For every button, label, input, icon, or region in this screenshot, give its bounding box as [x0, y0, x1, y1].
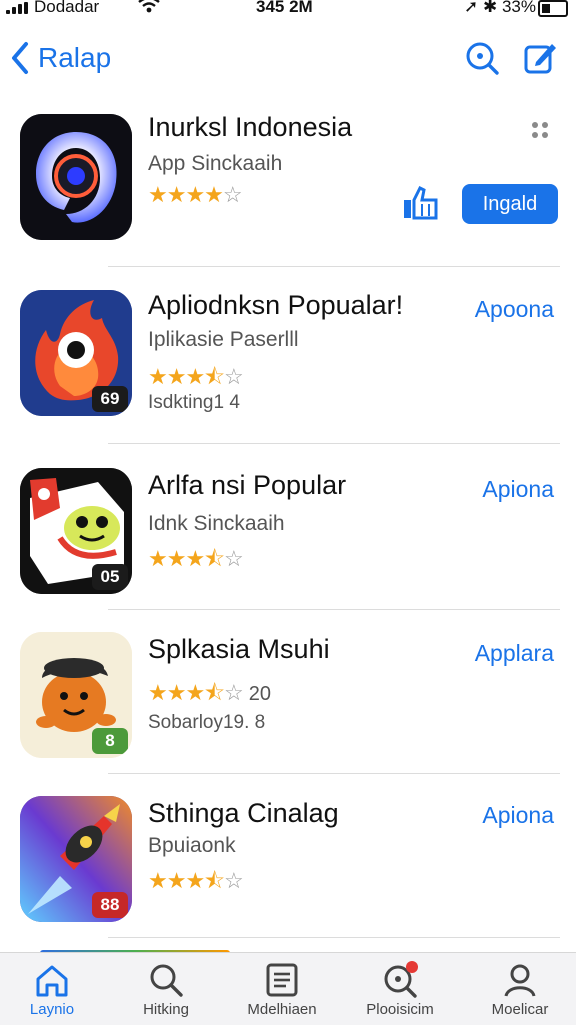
app-icon-chat[interactable]: 05	[20, 468, 132, 594]
star-rating: ★★★⯪☆ 20	[148, 680, 271, 705]
tab-search[interactable]: Hitking	[116, 961, 216, 1025]
tab-label: Mdelhiaen	[247, 1001, 317, 1018]
app-subtitle: Bpuiaonk	[148, 834, 236, 857]
list-item[interactable]: 8 Splkasia Msuhi Applara ★★★⯪☆ 20 Sobarlo…	[0, 632, 576, 802]
list-item[interactable]: Inurksl Indonesia App Sinckaaih ★★★★☆ In…	[0, 110, 576, 280]
app-badge: 05	[92, 564, 128, 590]
carrier-label: Dodadar	[34, 0, 100, 16]
search-icon[interactable]	[464, 40, 500, 76]
app-title: Splkasia Msuhi	[148, 634, 330, 664]
divider	[108, 266, 560, 267]
app-title: Sthinga Cinalag	[148, 798, 339, 828]
search-icon	[150, 964, 183, 997]
app-title: Inurksl Indonesia	[148, 112, 353, 142]
app-title: Apliodnksn Popualar!	[148, 290, 404, 320]
tab-updates[interactable]: Plooisicim	[350, 961, 450, 1025]
profile-icon	[504, 964, 536, 997]
tab-home[interactable]: Laynio	[2, 961, 102, 1025]
tab-label: Hitking	[143, 1001, 189, 1018]
install-button[interactable]: Ingald	[462, 184, 558, 224]
app-badge: 88	[92, 892, 128, 918]
app-title: Arlfa nsi Popular	[148, 470, 347, 500]
home-icon	[36, 965, 68, 997]
star-rating: ★★★⯪☆	[148, 868, 244, 893]
app-badge: 8	[92, 728, 128, 754]
app-subtitle: Iplikasie Paserlll	[148, 328, 299, 351]
tab-profile[interactable]: Moelicar	[470, 961, 570, 1025]
tab-label: Moelicar	[491, 1001, 549, 1018]
back-button[interactable]: Ralap	[8, 38, 111, 78]
tab-label: Plooisicim	[366, 1001, 434, 1018]
get-button[interactable]: Applara	[475, 640, 554, 667]
list-item[interactable]: 69 Apliodnksn Popualar! Apoona Iplikasie…	[0, 290, 576, 460]
status-bar: Dodadar 345 2M ➚ ✱ 33%	[0, 0, 576, 22]
clock: 345 2M	[256, 0, 313, 16]
chevron-left-icon	[12, 42, 28, 74]
star-rating: ★★★★☆	[148, 182, 243, 207]
battery-icon	[538, 0, 568, 17]
wifi-icon	[138, 0, 160, 13]
star-rating: ★★★⯪☆	[148, 546, 244, 571]
app-meta: Sobarloy19. 8	[148, 712, 266, 733]
tab-label: Laynio	[29, 1001, 75, 1018]
divider	[108, 773, 560, 774]
app-meta: Isdkting1 4	[148, 392, 240, 413]
app-subtitle: App Sinckaaih	[148, 152, 283, 175]
tab-list[interactable]: Mdelhiaen	[232, 961, 332, 1025]
app-badge: 69	[92, 386, 128, 412]
back-label: Ralap	[38, 42, 112, 73]
app-icon-flame[interactable]: 69	[20, 290, 132, 416]
list-item[interactable]: 05 Arlfa nsi Popular Apiona Idnk Sinckaa…	[0, 468, 576, 638]
notification-dot	[406, 961, 418, 973]
thumbs-up-icon[interactable]	[402, 186, 440, 220]
list-item[interactable]: 88 Sthinga Cinalag Apiona Bpuiaonk ★★★⯪☆	[0, 796, 576, 966]
divider	[108, 937, 560, 938]
divider	[108, 609, 560, 610]
list-icon	[266, 963, 298, 997]
tab-bar: Laynio Hitking Mdelhiaen Plooisicim Moel…	[0, 952, 576, 1025]
get-button[interactable]: Apiona	[482, 476, 554, 503]
more-options-icon[interactable]	[530, 120, 550, 140]
app-icon-camera[interactable]	[20, 114, 132, 240]
get-button[interactable]: Apiona	[482, 802, 554, 829]
camera-lens-icon	[20, 114, 132, 240]
compose-icon[interactable]	[522, 40, 558, 76]
app-icon-rocket[interactable]: 88	[20, 796, 132, 922]
divider	[108, 443, 560, 444]
signal-icon	[6, 2, 28, 14]
app-subtitle: Idnk Sinckaaih	[148, 512, 285, 535]
battery-percent: ➚ ✱ 33%	[464, 0, 536, 16]
nav-bar: Ralap	[0, 34, 576, 84]
app-icon-character[interactable]: 8	[20, 632, 132, 758]
get-button[interactable]: Apoona	[475, 296, 554, 323]
rating-count: 20	[248, 683, 271, 705]
